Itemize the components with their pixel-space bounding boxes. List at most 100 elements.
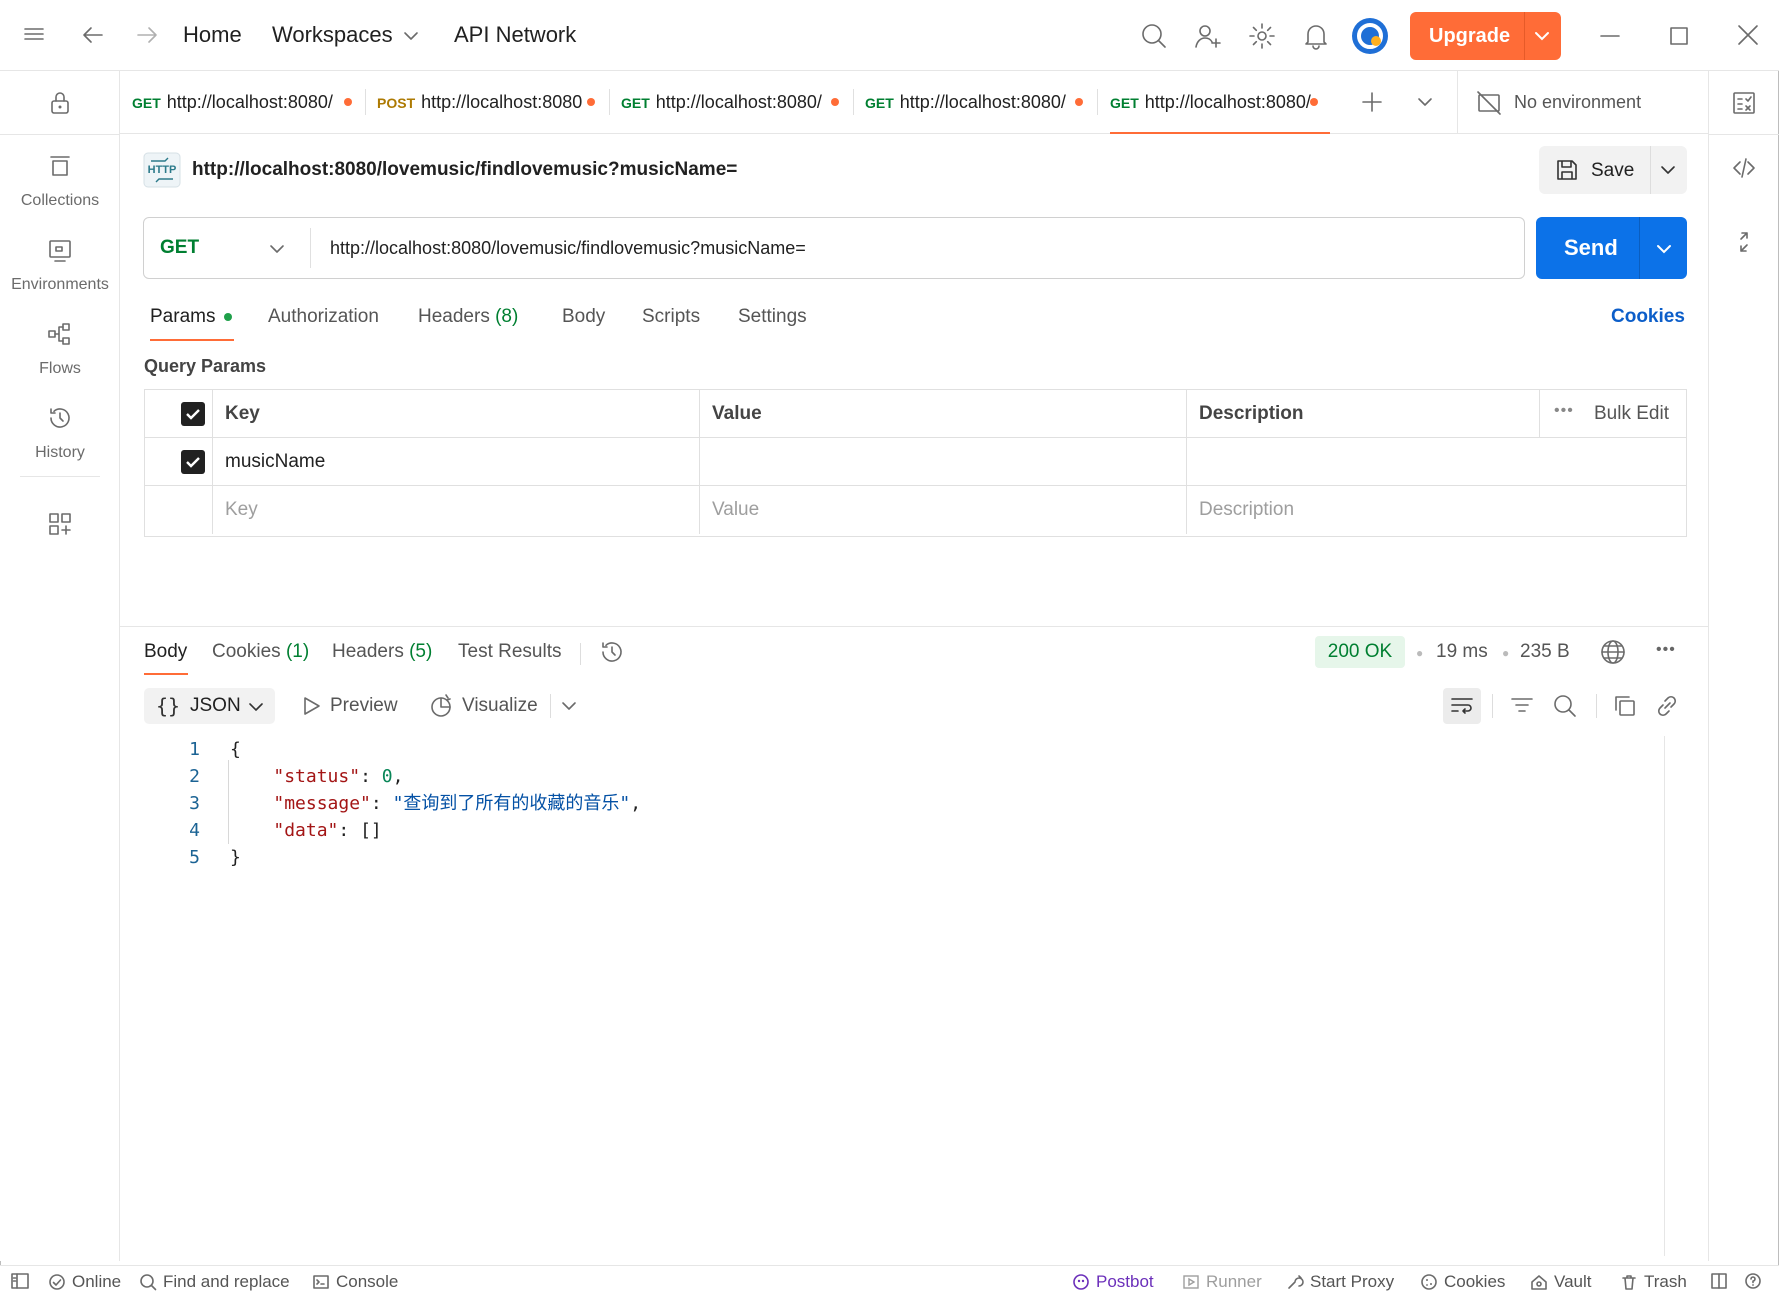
request-tab[interactable]: GET http://localhost:8080/ bbox=[609, 71, 853, 134]
notification-bell-icon[interactable] bbox=[1302, 22, 1330, 50]
help-icon[interactable] bbox=[1744, 1272, 1762, 1290]
code-scrollbar-track[interactable] bbox=[1664, 736, 1665, 1256]
invite-user-icon[interactable] bbox=[1194, 22, 1222, 50]
request-tab[interactable]: GET http://localhost:8080/ bbox=[853, 71, 1097, 134]
preview-play-icon[interactable] bbox=[300, 695, 322, 717]
filter-icon[interactable] bbox=[1509, 693, 1535, 719]
vault-button[interactable]: Vault bbox=[1530, 1272, 1592, 1292]
environment-selector[interactable]: No environment bbox=[1514, 92, 1641, 113]
chevron-down-icon[interactable] bbox=[402, 27, 420, 45]
toggle-sidebar-icon[interactable] bbox=[10, 1272, 30, 1290]
start-proxy-button[interactable]: Start Proxy bbox=[1286, 1272, 1394, 1292]
find-and-replace-button[interactable]: Find and replace bbox=[139, 1272, 290, 1292]
request-tab[interactable]: GET http://localhost:8080/ bbox=[120, 71, 365, 134]
visualize-icon[interactable] bbox=[428, 693, 454, 719]
param-key-input[interactable]: musicName bbox=[225, 451, 325, 473]
method-selector[interactable]: GET bbox=[160, 237, 199, 259]
new-param-description-input[interactable]: Description bbox=[1186, 486, 1686, 534]
code-icon[interactable] bbox=[1731, 155, 1757, 181]
response-search-icon[interactable] bbox=[1552, 693, 1578, 719]
format-selector[interactable]: {} JSON bbox=[144, 688, 275, 724]
response-time[interactable]: 19 ms bbox=[1436, 641, 1488, 663]
response-divider[interactable] bbox=[120, 626, 1709, 627]
close-icon[interactable] bbox=[1736, 23, 1760, 47]
tabs-chevron-down-icon[interactable] bbox=[1416, 93, 1434, 111]
visualize-button[interactable]: Visualize bbox=[462, 695, 538, 717]
nav-home[interactable]: Home bbox=[183, 22, 242, 48]
request-tab-active[interactable]: GET http://localhost:8080/ bbox=[1110, 71, 1330, 134]
add-workspace-items-icon[interactable] bbox=[47, 511, 73, 537]
environment-quick-look-icon[interactable] bbox=[1731, 90, 1757, 116]
request-tab[interactable]: POST http://localhost:8080 bbox=[365, 71, 609, 134]
upgrade-label: Upgrade bbox=[1429, 25, 1511, 47]
tab-body[interactable]: Body bbox=[562, 306, 605, 328]
response-tab-test-results[interactable]: Test Results bbox=[458, 641, 561, 663]
response-tab-cookies[interactable]: Cookies (1) bbox=[212, 641, 309, 663]
console-icon bbox=[313, 1275, 329, 1289]
back-arrow-icon[interactable] bbox=[80, 22, 106, 48]
avatar[interactable] bbox=[1351, 17, 1389, 55]
lock-icon[interactable] bbox=[48, 90, 72, 116]
link-icon[interactable] bbox=[1654, 693, 1680, 719]
response-size[interactable]: 235 B bbox=[1520, 641, 1570, 663]
minimize-icon[interactable] bbox=[1598, 24, 1622, 48]
menu-icon[interactable] bbox=[22, 22, 46, 46]
settings-gear-icon[interactable] bbox=[1248, 22, 1276, 50]
new-param-value-input[interactable]: Value bbox=[699, 486, 1186, 534]
new-tab-plus-icon[interactable] bbox=[1360, 90, 1384, 114]
param-value-input[interactable] bbox=[699, 438, 1186, 486]
sidebar-item-history[interactable]: History bbox=[0, 403, 120, 462]
tab-headers[interactable]: Headers (8) bbox=[418, 306, 518, 328]
sidebar-item-flows[interactable]: Flows bbox=[0, 319, 120, 378]
related-collections-icon[interactable] bbox=[1731, 229, 1757, 255]
visualize-chevron-down-icon[interactable] bbox=[560, 697, 578, 715]
sidebar-item-environments[interactable]: Environments bbox=[0, 235, 120, 294]
forward-arrow-icon[interactable] bbox=[134, 22, 160, 48]
upgrade-chevron-down-icon[interactable] bbox=[1532, 26, 1552, 46]
bulk-edit-button[interactable]: Bulk Edit bbox=[1594, 403, 1669, 425]
runner-button[interactable]: Runner bbox=[1182, 1272, 1262, 1292]
response-more-options-icon[interactable]: ••• bbox=[1656, 641, 1676, 659]
wrap-lines-button[interactable] bbox=[1443, 688, 1481, 724]
cookies-link[interactable]: Cookies bbox=[1611, 306, 1685, 328]
save-chevron-down-icon[interactable] bbox=[1659, 161, 1677, 179]
save-button[interactable]: Save bbox=[1591, 160, 1634, 182]
postbot-button[interactable]: Postbot bbox=[1072, 1272, 1154, 1292]
tab-url: http://localhost:8080/ bbox=[899, 92, 1066, 112]
online-status[interactable]: Online bbox=[48, 1272, 121, 1292]
copy-icon[interactable] bbox=[1612, 693, 1638, 719]
status-badge[interactable]: 200 OK bbox=[1315, 636, 1405, 668]
param-description-input[interactable] bbox=[1186, 438, 1686, 486]
console-button[interactable]: Console bbox=[312, 1272, 398, 1292]
response-tab-headers[interactable]: Headers (5) bbox=[332, 641, 432, 663]
sidebar-item-collections[interactable]: Collections bbox=[0, 151, 120, 210]
save-icon[interactable] bbox=[1555, 158, 1579, 182]
response-tab-body[interactable]: Body bbox=[144, 641, 187, 663]
cookies-button[interactable]: Cookies bbox=[1420, 1272, 1505, 1292]
param-enabled-checkbox[interactable] bbox=[181, 450, 205, 474]
send-chevron-down-icon[interactable] bbox=[1654, 239, 1674, 259]
tab-settings[interactable]: Settings bbox=[738, 306, 807, 328]
maximize-icon[interactable] bbox=[1667, 24, 1691, 48]
network-globe-icon[interactable] bbox=[1600, 639, 1626, 665]
line-number: 3 bbox=[189, 793, 200, 814]
preview-button[interactable]: Preview bbox=[330, 695, 398, 717]
url-input[interactable]: http://localhost:8080/lovemusic/findlove… bbox=[330, 238, 806, 259]
new-param-key-input[interactable]: Key bbox=[212, 486, 699, 534]
tab-params[interactable]: Params bbox=[150, 306, 215, 328]
select-all-checkbox[interactable] bbox=[181, 402, 205, 426]
nav-workspaces[interactable]: Workspaces bbox=[272, 22, 393, 48]
trash-button[interactable]: Trash bbox=[1620, 1272, 1687, 1292]
tab-scripts[interactable]: Scripts bbox=[642, 306, 700, 328]
search-icon[interactable] bbox=[1140, 22, 1168, 50]
sidebar-item-label: Collections bbox=[20, 192, 100, 209]
two-pane-view-icon[interactable] bbox=[1710, 1272, 1728, 1290]
nav-api-network[interactable]: API Network bbox=[454, 22, 576, 48]
more-options-icon[interactable]: ••• bbox=[1554, 402, 1574, 420]
upgrade-button[interactable]: Upgrade bbox=[1410, 12, 1561, 60]
tab-authorization[interactable]: Authorization bbox=[268, 306, 379, 328]
request-name[interactable]: http://localhost:8080/lovemusic/findlove… bbox=[192, 159, 737, 181]
send-button[interactable]: Send bbox=[1536, 217, 1687, 279]
method-chevron-down-icon[interactable] bbox=[268, 240, 286, 258]
response-history-icon[interactable] bbox=[599, 639, 625, 665]
